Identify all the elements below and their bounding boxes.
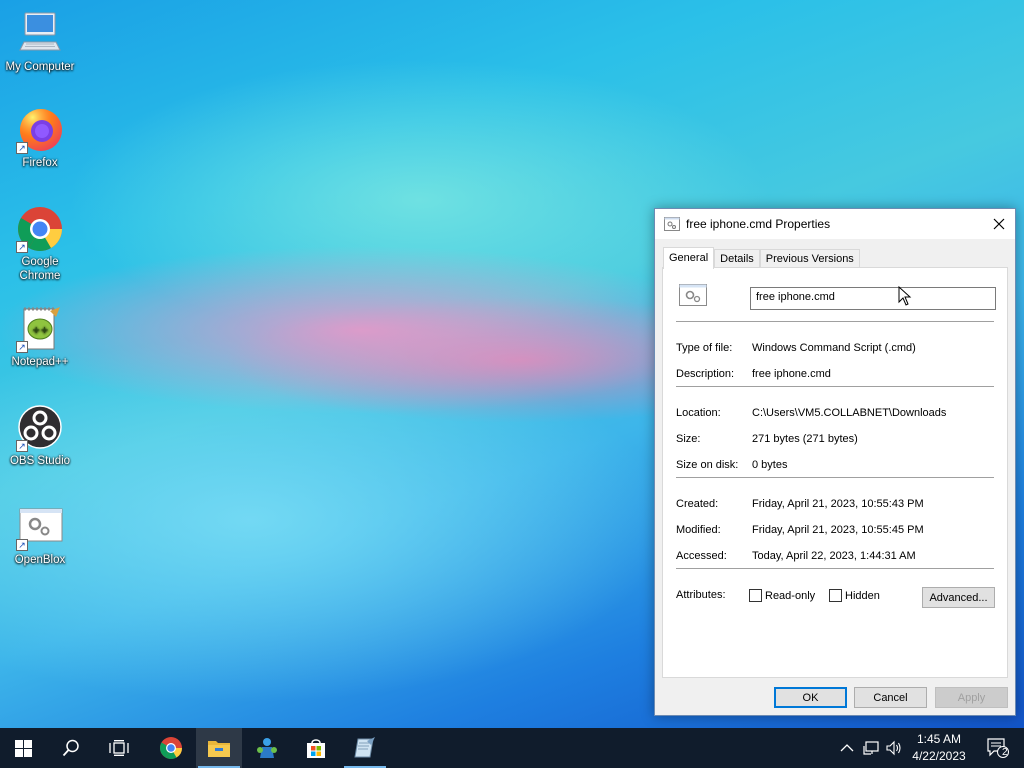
start-icon [14, 739, 32, 757]
created-label: Created: [676, 498, 719, 510]
divider [676, 386, 994, 387]
readonly-checkbox[interactable]: Read-only [749, 589, 815, 602]
divider [676, 321, 994, 322]
network-icon[interactable] [863, 740, 879, 756]
notepadpp-icon: ++ ↗ [16, 305, 64, 353]
general-tab-panel: free iphone.cmd Type of file: Windows Co… [662, 267, 1008, 678]
close-button[interactable] [983, 209, 1015, 239]
desktop-icon-firefox[interactable]: ↗ Firefox [0, 106, 80, 170]
dialog-titlebar[interactable]: free iphone.cmd Properties [655, 209, 1015, 239]
shortcut-arrow-icon: ↗ [16, 142, 28, 154]
search-button[interactable] [48, 728, 94, 768]
accessed-label: Accessed: [676, 550, 727, 562]
network-app-icon [257, 738, 277, 758]
notification-count: 2 [1002, 747, 1008, 758]
file-explorer-icon [208, 741, 230, 757]
created-value: Friday, April 21, 2023, 10:55:43 PM [752, 498, 924, 510]
divider [676, 477, 994, 478]
desktop-icon-label: OBS Studio [9, 455, 71, 467]
size-on-disk-label: Size on disk: [676, 459, 739, 471]
clock-time: 1:45 AM [916, 732, 962, 746]
obs-icon: ↗ [16, 404, 64, 452]
firefox-icon: ↗ [16, 106, 64, 154]
tab-details[interactable]: Details [714, 249, 760, 269]
hidden-checkbox[interactable]: Hidden [829, 589, 880, 602]
desktop-icon-label: Notepad++ [11, 356, 69, 368]
advanced-button[interactable]: Advanced... [922, 587, 995, 608]
taskbar-network-app[interactable] [244, 728, 290, 768]
computer-icon [16, 10, 64, 58]
desktop-icon-label: My Computer [5, 61, 75, 73]
properties-dialog: free iphone.cmd Properties General Detai… [654, 208, 1016, 716]
desktop-icon-obs[interactable]: ↗ OBS Studio [0, 404, 80, 468]
shortcut-arrow-icon: ↗ [16, 341, 28, 353]
desktop-icon-openblox[interactable]: ↗ OpenBlox [0, 503, 80, 567]
modified-label: Modified: [676, 524, 721, 536]
desktop-icon-label: Firefox [22, 157, 58, 169]
store-icon [307, 739, 325, 758]
system-clock[interactable]: 1:45 AM 4/22/2023 [906, 731, 972, 765]
mouse-cursor-icon [898, 286, 912, 306]
desktop-icon-chrome[interactable]: ↗ Google Chrome [0, 205, 80, 283]
chevron-up-icon[interactable] [839, 740, 855, 756]
chrome-icon: ↗ [16, 205, 64, 253]
modified-value: Friday, April 21, 2023, 10:55:45 PM [752, 524, 924, 536]
start-button[interactable] [0, 728, 46, 768]
desktop-icon-my-computer[interactable]: My Computer [0, 10, 80, 74]
apply-button[interactable]: Apply [935, 687, 1008, 708]
size-value: 271 bytes (271 bytes) [752, 433, 858, 445]
shortcut-arrow-icon: ↗ [16, 440, 28, 452]
location-value: C:\Users\VM5.COLLABNET\Downloads [752, 407, 947, 419]
size-label: Size: [676, 433, 701, 445]
readonly-label: Read-only [765, 589, 816, 602]
notepad-icon [354, 737, 375, 758]
script-icon [664, 217, 680, 231]
tab-general[interactable]: General [663, 247, 715, 269]
dialog-title: free iphone.cmd Properties [686, 217, 831, 231]
size-on-disk-value: 0 bytes [752, 459, 788, 471]
script-icon: ↗ [16, 503, 64, 551]
accessed-value: Today, April 22, 2023, 1:44:31 AM [752, 550, 916, 562]
shortcut-arrow-icon: ↗ [16, 539, 28, 551]
chrome-icon [160, 737, 182, 759]
tab-bar: General Details Previous Versions [663, 247, 860, 269]
divider [676, 568, 994, 569]
file-name-input[interactable]: free iphone.cmd [750, 287, 996, 310]
action-center-button[interactable]: 2 [978, 728, 1018, 768]
clock-date: 4/22/2023 [912, 749, 966, 763]
taskbar-store[interactable] [293, 728, 339, 768]
close-icon [993, 218, 1005, 230]
taskbar-notepad[interactable] [342, 728, 388, 768]
taskbar: 1:45 AM 4/22/2023 2 [0, 728, 1024, 768]
attributes-label: Attributes: [676, 589, 726, 601]
task-view-button[interactable] [96, 728, 142, 768]
tab-previous-versions[interactable]: Previous Versions [759, 249, 860, 269]
type-label: Type of file: [676, 342, 733, 354]
desktop-icon-notepadpp[interactable]: ++ ↗ Notepad++ [0, 305, 80, 369]
taskbar-file-explorer[interactable] [196, 728, 242, 768]
checkbox-box [829, 589, 842, 602]
volume-icon[interactable] [886, 740, 902, 756]
description-value: free iphone.cmd [752, 368, 831, 380]
taskbar-chrome[interactable] [148, 728, 194, 768]
search-icon [62, 739, 79, 757]
checkbox-box [749, 589, 762, 602]
location-label: Location: [676, 407, 721, 419]
desktop-icon-label: Google Chrome [19, 256, 61, 282]
cancel-button[interactable]: Cancel [854, 687, 927, 708]
description-label: Description: [676, 368, 735, 380]
shortcut-arrow-icon: ↗ [16, 241, 28, 253]
hidden-label: Hidden [845, 589, 880, 602]
svg-text:++: ++ [32, 325, 49, 336]
ok-button[interactable]: OK [774, 687, 847, 708]
desktop-icon-label: OpenBlox [14, 554, 66, 566]
task-view-icon [109, 740, 129, 756]
type-value: Windows Command Script (.cmd) [752, 342, 916, 354]
script-file-icon [679, 284, 707, 306]
